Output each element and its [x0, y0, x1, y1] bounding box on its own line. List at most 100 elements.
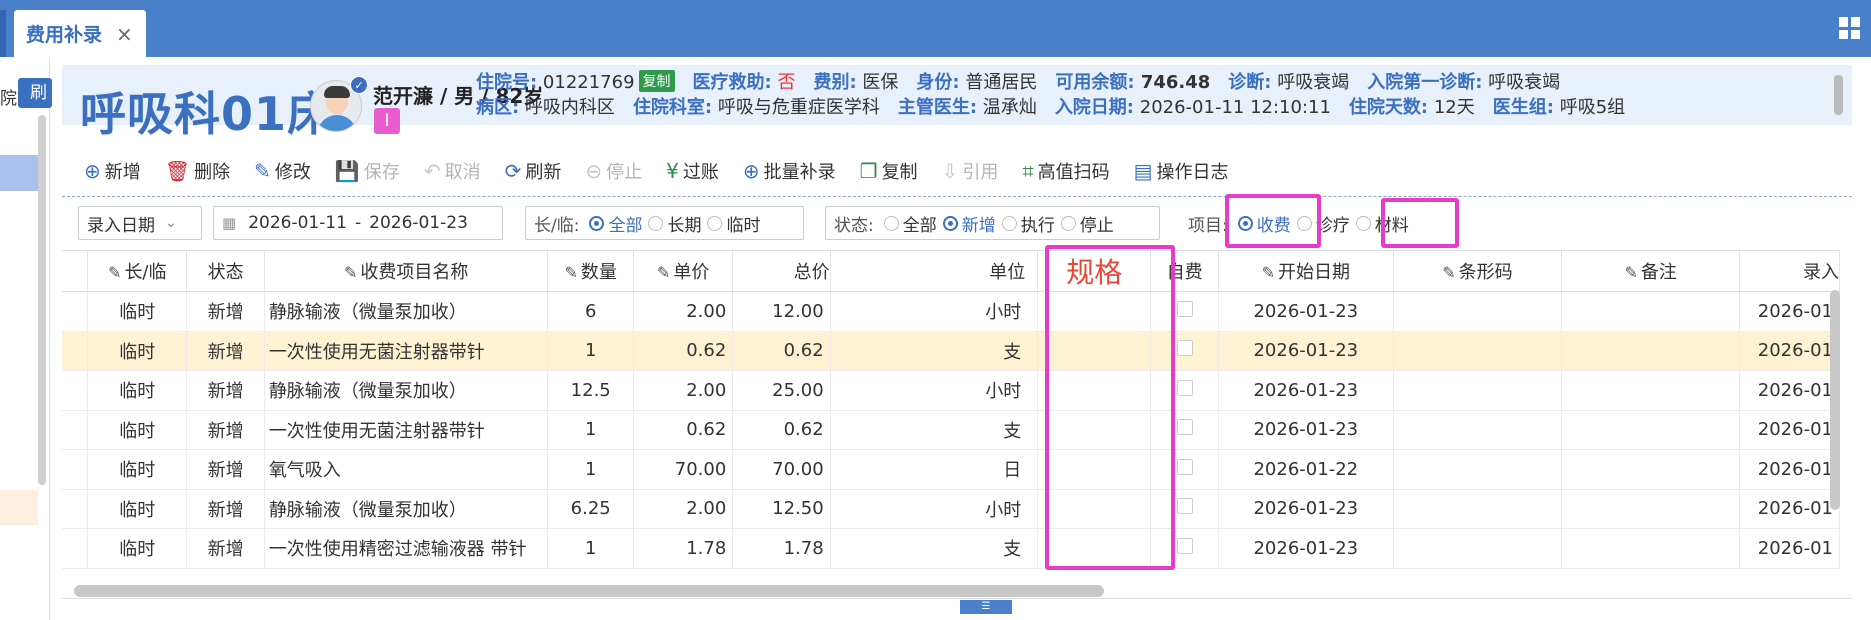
radio-dot-icon	[1355, 215, 1371, 231]
column-header[interactable]: ✎ 条形码	[1393, 251, 1563, 292]
radio-dot-icon	[942, 215, 958, 231]
cell-total: 1.78	[732, 528, 831, 569]
delete-button[interactable]: 🗑 删除	[165, 156, 230, 186]
column-title: 总价	[793, 262, 830, 283]
cancel-button-label: 取消	[444, 162, 481, 183]
row-checkbox[interactable]	[62, 370, 89, 411]
column-title: 状态	[207, 262, 244, 283]
long-temp-radio[interactable]: 长期	[648, 211, 701, 236]
cell-unit: 支	[830, 410, 1039, 450]
row-checkbox[interactable]	[62, 528, 89, 569]
self-pay-checkbox[interactable]	[1176, 498, 1193, 515]
table-vertical-scrollbar[interactable]	[1830, 290, 1840, 510]
edit-button[interactable]: ✎ 修改	[254, 156, 311, 186]
column-header[interactable]: ✎ 收费项目名称	[264, 251, 549, 292]
cell-long-temp: 临时	[87, 410, 188, 450]
close-icon[interactable]: ×	[116, 22, 133, 46]
column-header[interactable]: 总价	[732, 251, 831, 292]
info-key: 入院第一诊断:	[1367, 72, 1483, 93]
status-radio[interactable]: 全部	[883, 211, 937, 236]
cell-unit-price: 1.78	[633, 528, 734, 569]
left-refresh-button[interactable]: 刷	[18, 78, 52, 108]
table-row[interactable]: 临时 新增 氧气吸入 1 70.00 70.00 日 2026-01-22 2026-01	[62, 449, 1840, 490]
cell-long-temp: 临时	[87, 291, 188, 332]
left-scrollbar[interactable]	[38, 115, 46, 485]
table-row[interactable]: 临时 新增 一次性使用无菌注射器带针 1 0.62 0.62 支 2026-01-23 2026…	[62, 331, 1840, 371]
cell-item-name: 静脉输液（微量泵加收）	[264, 489, 549, 529]
row-checkbox[interactable]	[62, 410, 89, 450]
self-pay-checkbox[interactable]	[1176, 537, 1193, 554]
stop-button[interactable]: ⊖ 停止	[585, 156, 642, 186]
long-temp-radio[interactable]: 全部	[589, 211, 642, 236]
column-header[interactable]: 单位	[830, 251, 1039, 292]
date-range-input[interactable]: ▦ 2026-01-11 - 2026-01-23	[213, 206, 503, 240]
info-value: 2026-01-11 12:10:11	[1134, 97, 1331, 118]
scan-button[interactable]: ⌗ 高值扫码	[1022, 156, 1109, 186]
header-scrollbar[interactable]	[1834, 75, 1843, 115]
log-button[interactable]: ▤ 操作日志	[1134, 156, 1229, 186]
reference-icon: ⇩	[941, 159, 959, 183]
row-checkbox[interactable]	[62, 449, 89, 490]
cell-start-date: 2026-01-23	[1218, 331, 1394, 371]
cell-quantity: 12.5	[547, 370, 634, 411]
radio-label: 新增	[961, 215, 996, 236]
cell-status: 新增	[186, 331, 265, 371]
edit-icon: ✎	[254, 159, 271, 183]
column-header[interactable]: 录入	[1739, 251, 1840, 292]
reference-button[interactable]: ⇩ 引用	[942, 156, 999, 186]
left-highlight-item[interactable]	[0, 490, 38, 525]
self-pay-checkbox[interactable]	[1176, 379, 1193, 396]
column-header[interactable]: 状态	[186, 251, 265, 292]
refresh-button[interactable]: ⟳ 刷新	[505, 156, 562, 186]
copy-button[interactable]: ❐ 复制	[860, 156, 918, 186]
hidden-tab-edge[interactable]	[0, 10, 6, 57]
column-header[interactable]: ✎ 数量	[547, 251, 634, 292]
table-row[interactable]: 临时 新增 静脉输液（微量泵加收） 6.25 2.00 12.50 小时 2026-01-23…	[62, 489, 1840, 529]
cell-remark	[1561, 370, 1741, 411]
status-radio[interactable]: 新增	[942, 211, 996, 236]
column-header[interactable]: ✎ 长/临	[87, 251, 188, 292]
date-type-select[interactable]: 录入日期 ⌄	[78, 206, 202, 240]
long-temp-radio[interactable]: 临时	[707, 211, 760, 236]
column-header[interactable]: ✎ 单价	[633, 251, 734, 292]
status-radio[interactable]: 执行	[1001, 211, 1055, 236]
splitter-handle[interactable]: ☰	[960, 600, 1012, 614]
cell-remark	[1561, 489, 1741, 529]
column-title: 开始日期	[1277, 262, 1350, 283]
tab-fee-supplement[interactable]: 费用补录 ×	[14, 10, 146, 57]
self-pay-checkbox[interactable]	[1176, 340, 1193, 357]
save-button[interactable]: 💾 保存	[335, 156, 400, 186]
self-pay-checkbox[interactable]	[1176, 458, 1193, 475]
table-row[interactable]: 临时 新增 一次性使用无菌注射器带针 1 0.62 0.62 支 2026-01-23 2026…	[62, 410, 1840, 450]
table-row[interactable]: 临时 新增 静脉输液（微量泵加收） 12.5 2.00 25.00 小时 2026-01-23…	[62, 370, 1840, 411]
left-selected-item[interactable]	[0, 155, 38, 191]
table-row[interactable]: 临时 新增 一次性使用精密过滤输液器 带针 1 1.78 1.78 支 2026-01-23 2…	[62, 528, 1840, 569]
row-select-header[interactable]	[62, 251, 89, 292]
stop-icon: ⊖	[585, 159, 603, 183]
highlight-box-spec	[1045, 245, 1175, 570]
row-checkbox[interactable]	[62, 489, 89, 529]
self-pay-checkbox[interactable]	[1176, 419, 1193, 436]
info-field: 费别: 医保	[813, 72, 898, 93]
cell-unit-price: 70.00	[633, 449, 734, 490]
post-button[interactable]: ¥ 过账	[666, 156, 719, 186]
column-header[interactable]: ✎ 开始日期	[1218, 251, 1394, 292]
cell-barcode	[1393, 489, 1563, 529]
cancel-button[interactable]: ↶ 取消	[424, 156, 481, 186]
batch-add-button[interactable]: ⊕ 批量补录	[743, 156, 836, 186]
table-row[interactable]: 临时 新增 静脉输液（微量泵加收） 6 2.00 12.00 小时 2026-01-23 202…	[62, 291, 1840, 332]
edit-icon: ✎	[564, 263, 578, 282]
radio-label: 全部	[608, 215, 643, 236]
column-header[interactable]: ✎ 备注	[1561, 251, 1741, 292]
copy-tag[interactable]: 复制	[638, 70, 675, 92]
status-radio[interactable]: 停止	[1060, 211, 1114, 236]
cell-entry: 2026-01	[1739, 410, 1840, 450]
row-checkbox[interactable]	[62, 331, 89, 371]
grid-menu-icon[interactable]	[1839, 17, 1861, 39]
row-checkbox[interactable]	[62, 291, 89, 332]
self-pay-checkbox[interactable]	[1176, 300, 1193, 317]
fee-table: ✎ 长/临 状态 ✎ 收费项目名称 ✎ 数量 ✎ 单价 总价 单位 规格 自费 ✎ 开始日期 ✎ 条形码 ✎ 备注录…	[62, 250, 1840, 580]
add-button[interactable]: ⊕ 新增	[84, 156, 141, 186]
info-value: 否	[771, 72, 796, 93]
table-horizontal-scrollbar[interactable]	[74, 585, 1104, 597]
